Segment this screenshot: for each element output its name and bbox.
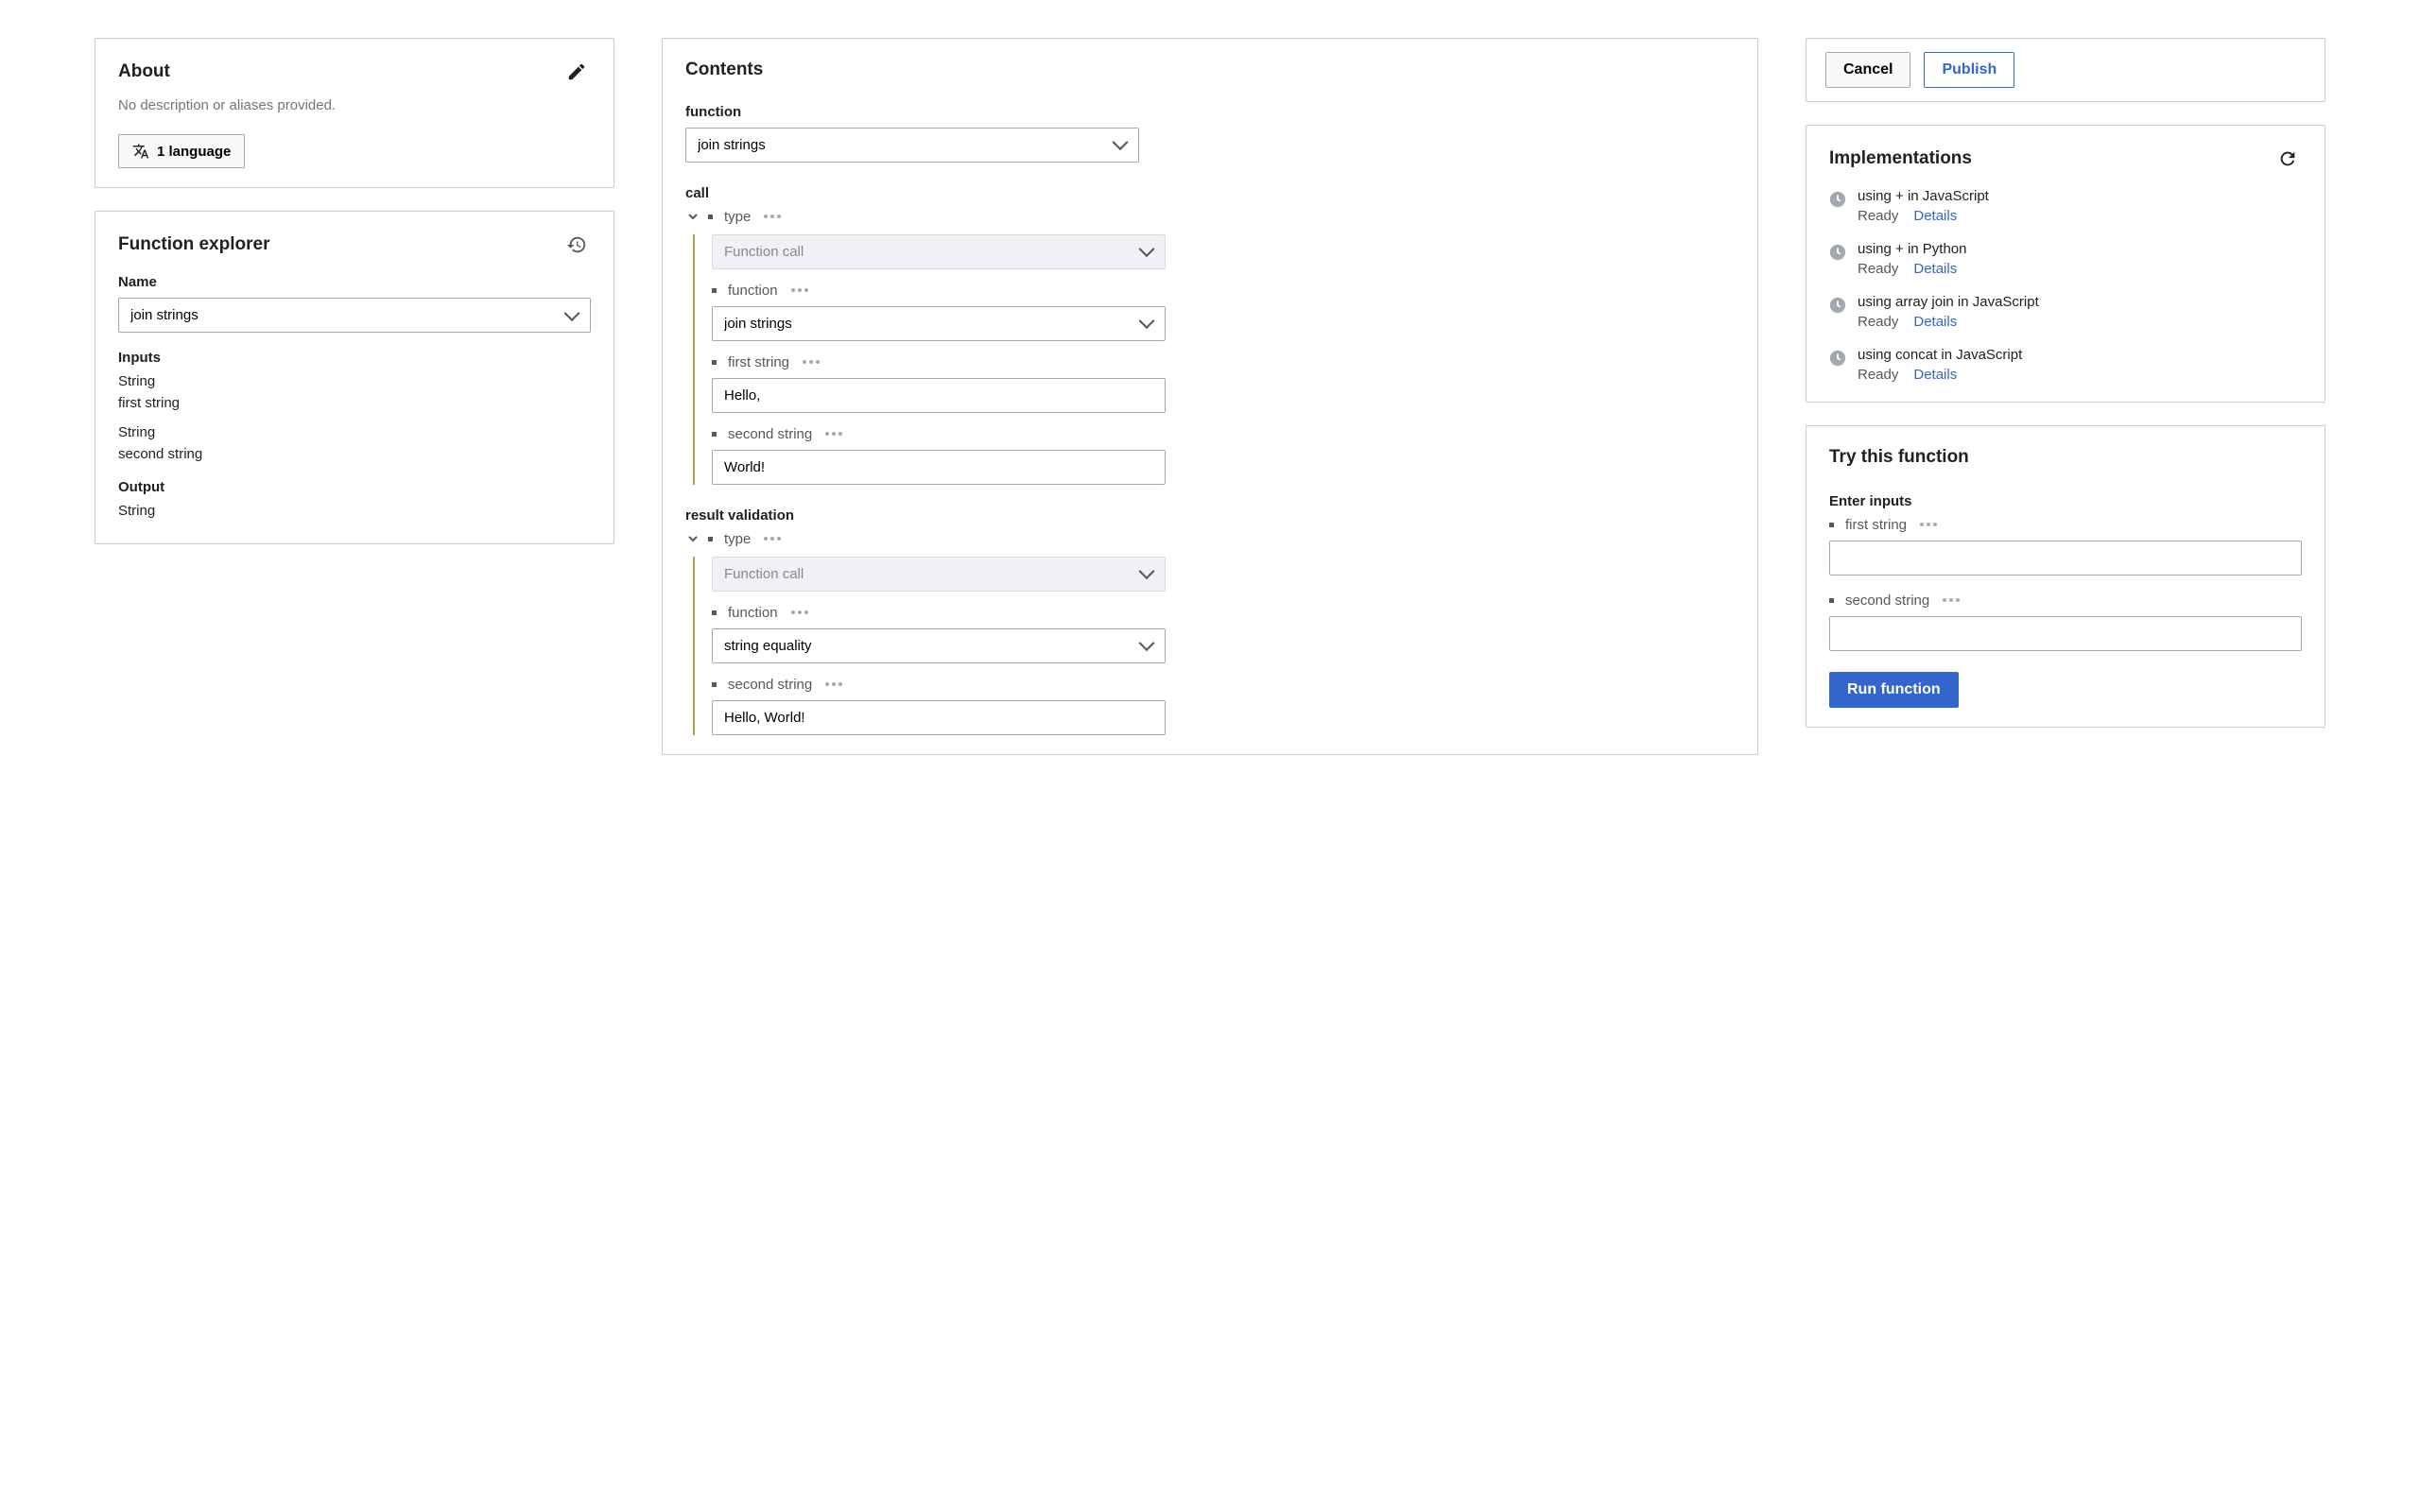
call-param-input-first[interactable] (712, 378, 1166, 413)
implementations-card: Implementations using + in JavaScript Re… (1806, 125, 2325, 403)
input-name: second string (118, 446, 591, 462)
row-menu-button[interactable] (820, 428, 848, 439)
call-function-select[interactable]: join strings (712, 306, 1166, 341)
implementation-details-link[interactable]: Details (1913, 208, 1957, 224)
refresh-icon (2277, 148, 2298, 169)
row-menu-button[interactable] (758, 533, 786, 544)
pencil-icon (566, 61, 587, 82)
enter-inputs-label: Enter inputs (1829, 493, 2302, 509)
bullet-icon (1829, 523, 1834, 527)
about-title: About (118, 60, 170, 85)
actions-bar: Cancel Publish (1806, 38, 2325, 102)
try-param-input-second[interactable] (1829, 616, 2302, 651)
inputs-label: Inputs (118, 350, 591, 366)
call-param-label: second string (728, 426, 812, 442)
validation-param-input[interactable] (712, 700, 1166, 735)
clock-icon (1829, 244, 1846, 261)
implementation-name: using + in JavaScript (1858, 188, 1989, 204)
cancel-button[interactable]: Cancel (1825, 52, 1910, 88)
bullet-icon (708, 215, 713, 219)
output-label: Output (118, 479, 591, 495)
history-icon (566, 234, 587, 255)
implementation-status: Ready (1858, 208, 1898, 224)
bullet-icon (712, 682, 717, 687)
implementation-item: using + in JavaScript Ready Details (1829, 188, 2302, 224)
row-menu-button[interactable] (820, 679, 848, 690)
implementation-item: using concat in JavaScript Ready Details (1829, 347, 2302, 383)
output-type: String (118, 503, 591, 519)
history-button[interactable] (562, 231, 591, 259)
row-menu-button[interactable] (786, 284, 814, 296)
function-field-label: function (685, 104, 1735, 120)
call-param-label: first string (728, 354, 789, 370)
row-menu-button[interactable] (786, 607, 814, 618)
clock-icon (1829, 297, 1846, 314)
validation-type-select[interactable]: Function call (712, 557, 1166, 592)
language-button-label: 1 language (157, 144, 231, 160)
type-label: type (724, 209, 751, 225)
function-explorer-title: Function explorer (118, 232, 269, 258)
bullet-icon (712, 432, 717, 437)
validation-function-label: function (728, 605, 778, 621)
collapse-toggle[interactable] (685, 209, 700, 224)
bullet-icon (712, 360, 717, 365)
call-param-input-second[interactable] (712, 450, 1166, 485)
try-param-label: first string (1845, 517, 1907, 533)
language-icon (132, 143, 149, 160)
implementation-name: using array join in JavaScript (1858, 294, 2039, 310)
input-type: String (118, 424, 591, 440)
implementation-item: using + in Python Ready Details (1829, 241, 2302, 277)
edit-about-button[interactable] (562, 58, 591, 86)
function-select[interactable]: join strings (685, 128, 1139, 163)
language-button[interactable]: 1 language (118, 134, 245, 168)
implementation-details-link[interactable]: Details (1913, 314, 1957, 330)
bullet-icon (712, 288, 717, 293)
validation-function-select[interactable]: string equality (712, 628, 1166, 663)
input-name: first string (118, 395, 591, 411)
row-menu-button[interactable] (1914, 519, 1943, 530)
implementations-title: Implementations (1829, 146, 1972, 172)
implementation-name: using concat in JavaScript (1858, 347, 2022, 363)
run-function-button[interactable]: Run function (1829, 672, 1959, 708)
name-label: Name (118, 274, 591, 290)
collapse-toggle[interactable] (685, 531, 700, 546)
clock-icon (1829, 191, 1846, 208)
input-type: String (118, 373, 591, 389)
row-menu-button[interactable] (1937, 594, 1965, 606)
implementation-status: Ready (1858, 367, 1898, 383)
refresh-button[interactable] (2273, 145, 2302, 173)
about-description: No description or aliases provided. (118, 97, 591, 113)
call-label: call (685, 185, 1735, 201)
validation-label: result validation (685, 507, 1735, 524)
call-function-label: function (728, 283, 778, 299)
function-name-select[interactable]: join strings (118, 298, 591, 333)
implementation-status: Ready (1858, 261, 1898, 277)
contents-title: Contents (685, 58, 1735, 83)
row-menu-button[interactable] (797, 356, 825, 368)
about-card: About No description or aliases provided… (95, 38, 614, 188)
validation-param-label: second string (728, 677, 812, 693)
implementation-details-link[interactable]: Details (1913, 261, 1957, 277)
bullet-icon (708, 537, 713, 541)
publish-button[interactable]: Publish (1924, 52, 2014, 88)
implementation-name: using + in Python (1858, 241, 1967, 257)
call-type-select[interactable]: Function call (712, 234, 1166, 269)
try-param-label: second string (1845, 593, 1929, 609)
row-menu-button[interactable] (758, 211, 786, 222)
contents-card: Contents function join strings call t (662, 38, 1758, 755)
bullet-icon (1829, 598, 1834, 603)
try-title: Try this function (1829, 445, 2302, 471)
chevron-down-icon (687, 211, 699, 222)
implementation-item: using array join in JavaScript Ready Det… (1829, 294, 2302, 330)
function-explorer-card: Function explorer Name join strings Inpu… (95, 211, 614, 544)
bullet-icon (712, 610, 717, 615)
type-label: type (724, 531, 751, 547)
try-function-card: Try this function Enter inputs first str… (1806, 425, 2325, 728)
try-param-input-first[interactable] (1829, 541, 2302, 576)
implementation-details-link[interactable]: Details (1913, 367, 1957, 383)
implementation-status: Ready (1858, 314, 1898, 330)
chevron-down-icon (687, 533, 699, 544)
clock-icon (1829, 350, 1846, 367)
